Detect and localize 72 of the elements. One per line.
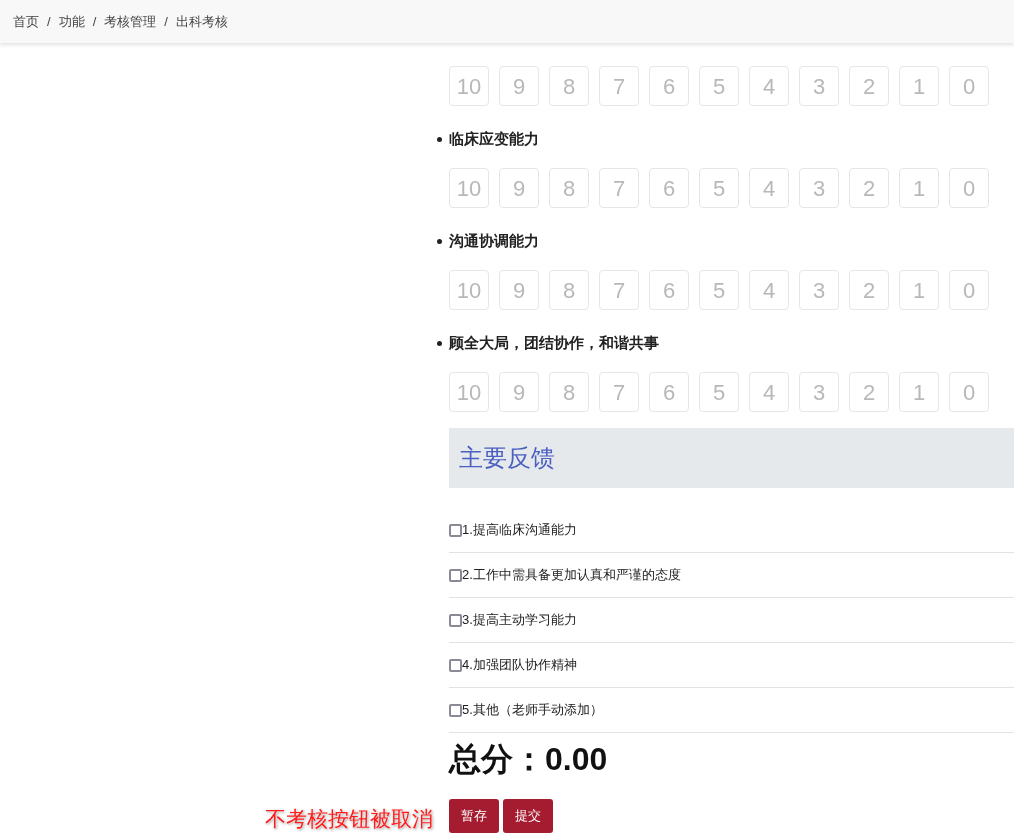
action-button[interactable]: 提交	[503, 799, 553, 833]
score-option[interactable]: 2	[849, 270, 889, 310]
score-option[interactable]: 8	[549, 372, 589, 412]
score-option[interactable]: 10	[449, 66, 489, 106]
score-option[interactable]: 7	[599, 66, 639, 106]
checkbox-label: 1.提高临床沟通能力	[462, 521, 577, 540]
checkbox[interactable]	[449, 568, 462, 582]
score-option[interactable]: 2	[849, 168, 889, 208]
score-option[interactable]: 6	[649, 372, 689, 412]
score-option[interactable]: 7	[599, 270, 639, 310]
score-option[interactable]: 8	[549, 270, 589, 310]
bullet-icon	[437, 136, 442, 142]
score-option[interactable]: 0	[949, 270, 989, 310]
breadcrumb-link[interactable]: 考核管理	[104, 11, 157, 32]
score-option[interactable]: 2	[849, 66, 889, 106]
checkbox-label: 5.其他（老师手动添加）	[462, 701, 603, 720]
checkbox[interactable]	[449, 613, 462, 627]
score-option[interactable]: 5	[699, 372, 739, 412]
criterion-title: 沟通协调能力	[449, 230, 539, 251]
score-option[interactable]: 5	[699, 270, 739, 310]
score-option[interactable]: 1	[899, 66, 939, 106]
score-option[interactable]: 6	[649, 66, 689, 106]
checkbox[interactable]	[449, 523, 462, 537]
breadcrumb-link[interactable]: 功能	[58, 11, 85, 32]
score-option[interactable]: 1	[899, 270, 939, 310]
score-option[interactable]: 10	[449, 270, 489, 310]
checkbox-label: 2.工作中需具备更加认真和严谨的态度	[462, 566, 681, 585]
bullet-icon	[437, 340, 442, 346]
checkbox-label: 3.提高主动学习能力	[462, 611, 577, 630]
checkbox-label: 4.加强团队协作精神	[462, 656, 577, 675]
score-option[interactable]: 10	[449, 372, 489, 412]
score-option[interactable]: 4	[749, 372, 789, 412]
score-option[interactable]: 4	[749, 270, 789, 310]
score-option[interactable]: 4	[749, 66, 789, 106]
score-option[interactable]: 7	[599, 372, 639, 412]
breadcrumb-link[interactable]: 出科考核	[175, 11, 228, 32]
score-option[interactable]: 3	[799, 270, 839, 310]
bullet-icon	[437, 238, 442, 244]
criterion-title: 顾全大局，团结协作，和谐共事	[449, 332, 659, 353]
score-option[interactable]: 3	[799, 66, 839, 106]
score-option[interactable]: 9	[499, 168, 539, 208]
criterion-title: 临床应变能力	[449, 128, 539, 149]
score-option[interactable]: 5	[699, 168, 739, 208]
breadcrumb-separator: /	[46, 12, 52, 31]
score-option[interactable]: 3	[799, 168, 839, 208]
annotation-label: 不考核按钮被取消	[265, 806, 433, 833]
score-option[interactable]: 0	[949, 168, 989, 208]
action-button[interactable]: 暂存	[449, 799, 499, 833]
checkbox[interactable]	[449, 658, 462, 672]
breadcrumb-link[interactable]: 首页	[13, 11, 39, 32]
score-option[interactable]: 9	[499, 270, 539, 310]
score-option[interactable]: 1	[899, 372, 939, 412]
score-option[interactable]: 9	[499, 372, 539, 412]
breadcrumb-separator: /	[163, 12, 169, 31]
score-option[interactable]: 2	[849, 372, 889, 412]
score-option[interactable]: 5	[699, 66, 739, 106]
score-option[interactable]: 4	[749, 168, 789, 208]
score-option[interactable]: 3	[799, 372, 839, 412]
score-option[interactable]: 9	[499, 66, 539, 106]
score-option[interactable]: 8	[549, 168, 589, 208]
score-option[interactable]: 6	[649, 270, 689, 310]
score-option[interactable]: 0	[949, 66, 989, 106]
score-option[interactable]: 7	[599, 168, 639, 208]
score-option[interactable]: 1	[899, 168, 939, 208]
score-option[interactable]: 0	[949, 372, 989, 412]
score-option[interactable]: 10	[449, 168, 489, 208]
score-option[interactable]: 6	[649, 168, 689, 208]
score-option[interactable]: 8	[549, 66, 589, 106]
total-score: 总分：0.00	[449, 740, 608, 779]
breadcrumb-separator: /	[91, 12, 98, 31]
checkbox[interactable]	[449, 703, 462, 717]
section-title: 主要反馈	[459, 443, 555, 473]
